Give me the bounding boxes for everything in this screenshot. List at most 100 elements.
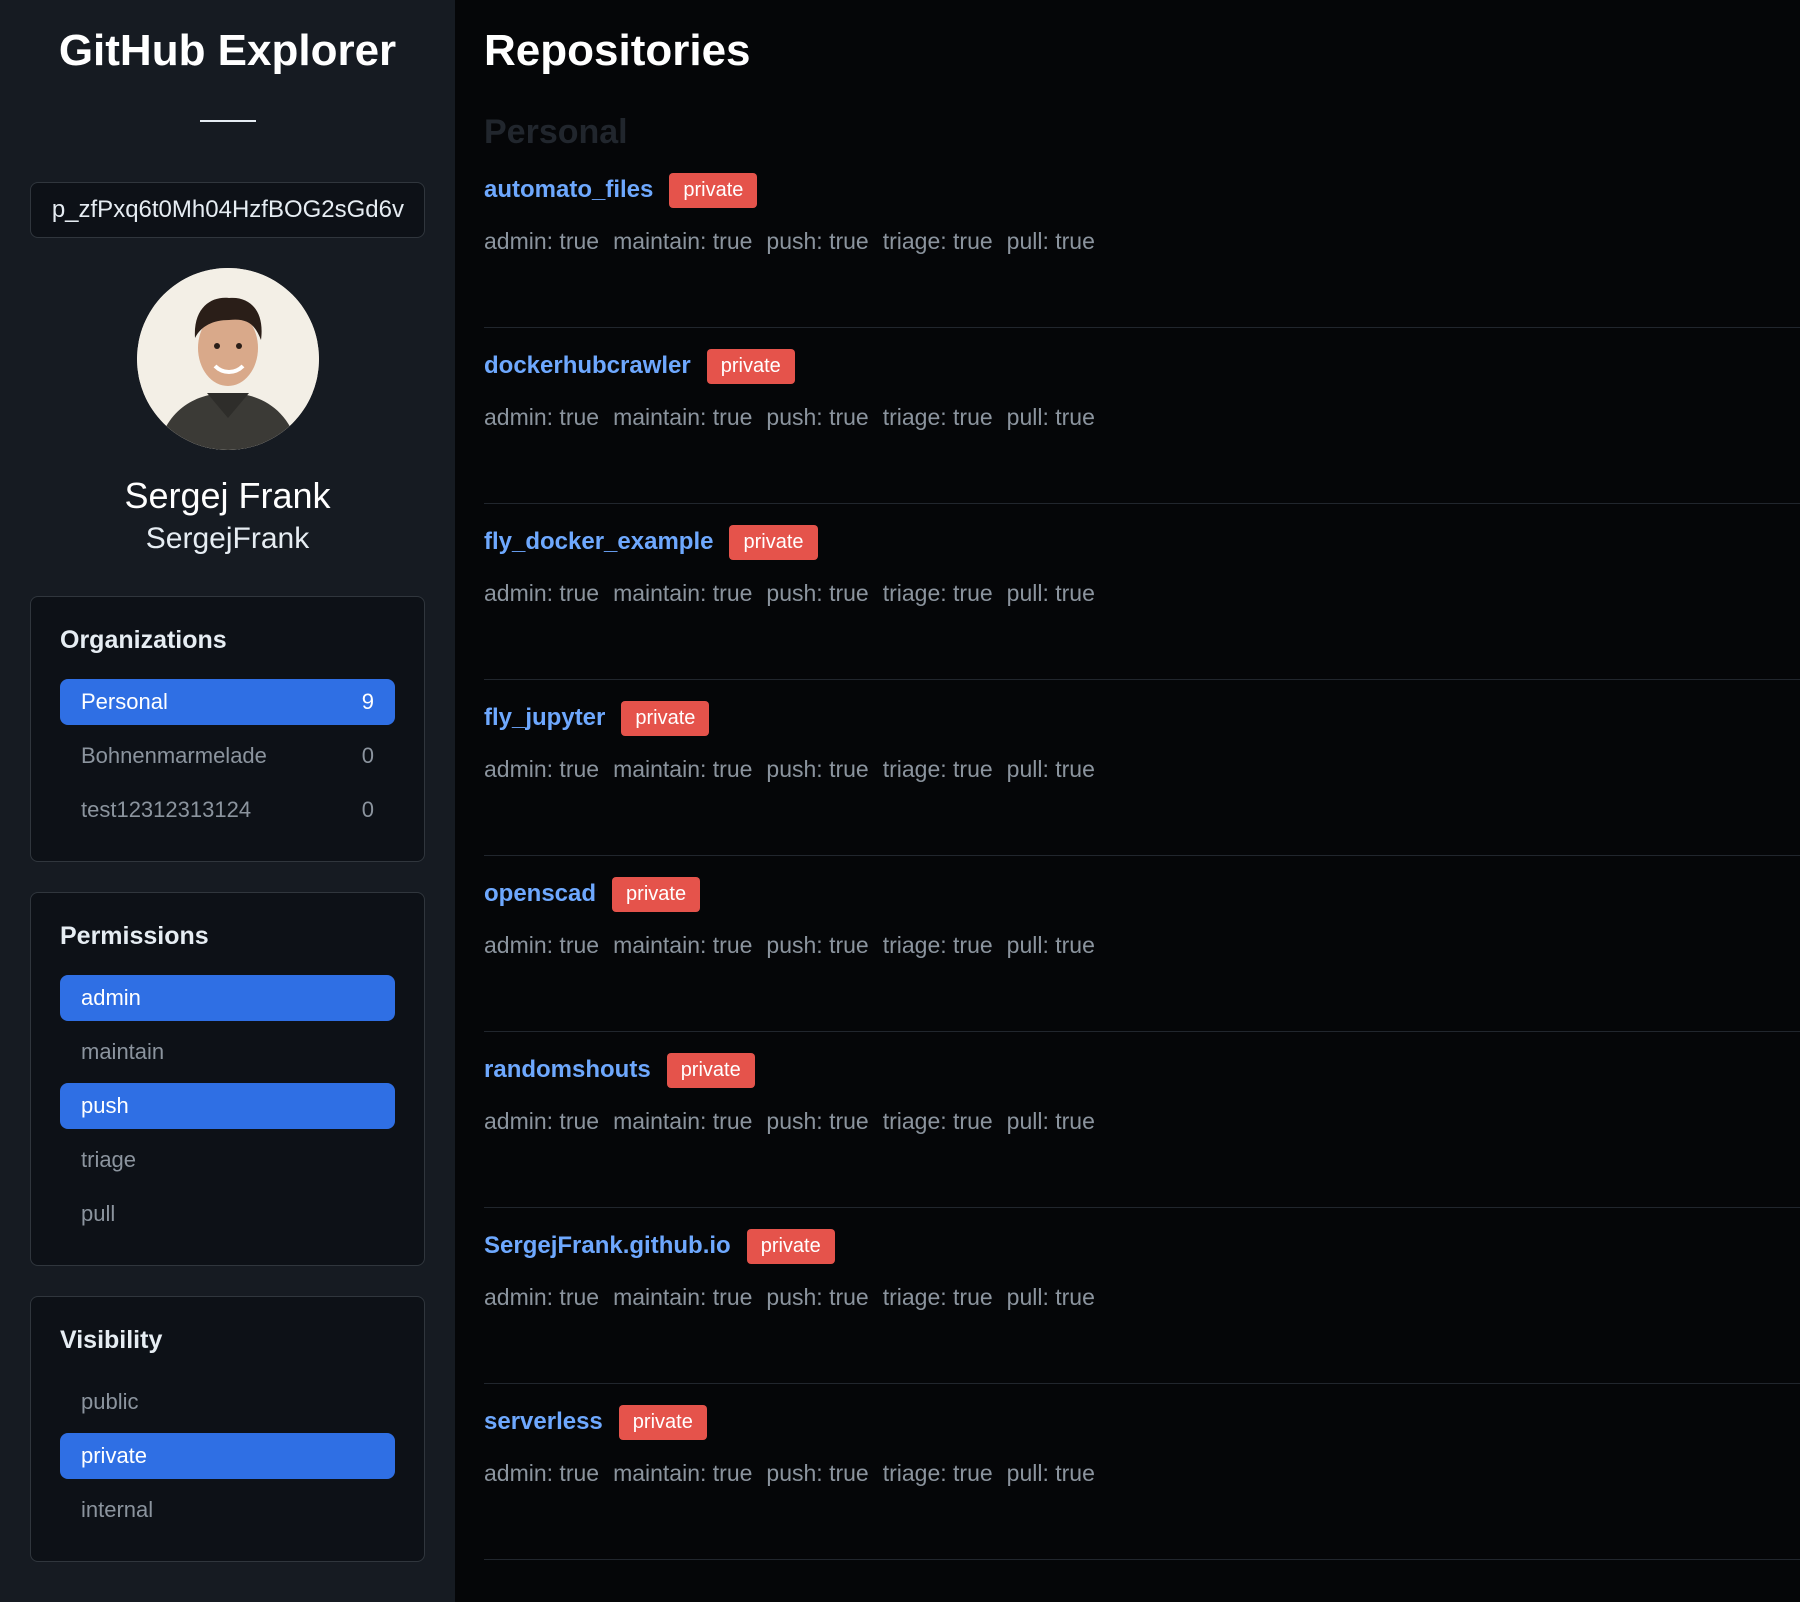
- repo-header: SergejFrank.github.io private: [484, 1228, 1800, 1264]
- token-input[interactable]: [30, 182, 425, 238]
- repo-permissions: admin: true maintain: true push: true triag…: [484, 756, 1800, 783]
- permission-value: push: true: [766, 756, 869, 782]
- visibility-label: public: [81, 1389, 139, 1414]
- repo-header: automato_files private: [484, 172, 1800, 208]
- permission-value: push: true: [766, 228, 869, 254]
- repo-permissions: admin: true maintain: true push: true triag…: [484, 404, 1800, 431]
- visibility-badge: private: [612, 876, 701, 912]
- permission-value: pull: true: [1006, 756, 1095, 782]
- repo-permissions: admin: true maintain: true push: true triag…: [484, 1460, 1800, 1487]
- permission-value: maintain: true: [613, 228, 753, 254]
- visibility-badge: private: [706, 348, 795, 384]
- visibility-badge: private: [729, 524, 818, 560]
- permissions-title: Permissions: [60, 922, 209, 950]
- visibility-badge: private: [746, 1228, 835, 1264]
- visibility-item-public[interactable]: public: [60, 1379, 395, 1425]
- repo-permissions: admin: true maintain: true push: true triag…: [484, 580, 1800, 607]
- permission-value: triage: true: [882, 1284, 993, 1310]
- repo-header: dockerhubcrawler private: [484, 348, 1800, 384]
- permission-item-push[interactable]: push: [60, 1083, 395, 1129]
- permission-value: maintain: true: [613, 580, 753, 606]
- repo-name-link[interactable]: fly_docker_example: [484, 528, 713, 556]
- page-title: Repositories: [484, 26, 751, 75]
- repo-header: serverless private: [484, 1404, 1800, 1440]
- repo-header: fly_docker_example private: [484, 524, 1800, 560]
- visibility-label: private: [81, 1443, 148, 1468]
- user-name: Sergej Frank: [124, 475, 331, 516]
- repo-name-link[interactable]: randomshouts: [484, 1056, 651, 1084]
- permission-value: maintain: true: [613, 404, 753, 430]
- permission-item-triage[interactable]: triage: [60, 1137, 395, 1183]
- permission-value: pull: true: [1006, 1284, 1095, 1310]
- title-divider: [199, 120, 256, 122]
- permission-value: push: true: [766, 932, 869, 958]
- permission-value: triage: true: [882, 932, 993, 958]
- repo-name-link[interactable]: dockerhubcrawler: [484, 352, 691, 380]
- repo-header: fly_jupyter private: [484, 700, 1800, 736]
- permission-value: pull: true: [1006, 580, 1095, 606]
- org-label: Bohnenmarmelade: [81, 743, 267, 768]
- repo-name-link[interactable]: automato_files: [484, 176, 653, 204]
- permission-value: triage: true: [882, 756, 993, 782]
- repo-row: openscad private admin: true maintain: true…: [484, 856, 1800, 1032]
- permission-value: triage: true: [882, 1460, 993, 1486]
- permission-value: pull: true: [1006, 932, 1095, 958]
- org-count: 0: [361, 743, 374, 768]
- permission-value: triage: true: [882, 1108, 993, 1134]
- repo-row: serverless private admin: true maintain: tr…: [484, 1384, 1800, 1560]
- repo-row: fly_docker_example private admin: true main…: [484, 504, 1800, 680]
- permission-item-maintain[interactable]: maintain: [60, 1029, 395, 1075]
- permission-value: push: true: [766, 1284, 869, 1310]
- permission-value: admin: true: [484, 1108, 600, 1134]
- visibility-item-internal[interactable]: internal: [60, 1487, 395, 1533]
- permission-value: admin: true: [484, 1284, 600, 1310]
- repo-permissions: admin: true maintain: true push: true triag…: [484, 932, 1800, 959]
- permission-value: maintain: true: [613, 1460, 753, 1486]
- org-item-test[interactable]: test12312313124 0: [60, 787, 395, 833]
- permission-value: triage: true: [882, 228, 993, 254]
- visibility-label: internal: [81, 1497, 154, 1522]
- main-content: Repositories Personal automato_files priv…: [455, 0, 1800, 1602]
- permission-value: maintain: true: [613, 1108, 753, 1134]
- permission-value: admin: true: [484, 228, 600, 254]
- org-count: 0: [361, 797, 374, 822]
- repo-list: automato_files private admin: true maintain…: [484, 152, 1800, 1560]
- org-item-personal[interactable]: Personal 9: [60, 679, 395, 725]
- permission-value: pull: true: [1006, 1108, 1095, 1134]
- visibility-badge: private: [666, 1052, 755, 1088]
- permission-label: pull: [81, 1201, 116, 1226]
- visibility-item-private[interactable]: private: [60, 1433, 395, 1479]
- permission-label: admin: [81, 985, 141, 1010]
- permission-value: push: true: [766, 580, 869, 606]
- repo-row: dockerhubcrawler private admin: true mainta…: [484, 328, 1800, 504]
- avatar: [136, 268, 319, 450]
- permission-item-admin[interactable]: admin: [60, 975, 395, 1021]
- repo-name-link[interactable]: fly_jupyter: [484, 704, 605, 732]
- org-item-bohnenmarmelade[interactable]: Bohnenmarmelade 0: [60, 733, 395, 779]
- app: GitHub Explorer Sergej Frank SergejFrank…: [0, 0, 1800, 1602]
- permission-value: push: true: [766, 1460, 869, 1486]
- repo-name-link[interactable]: openscad: [484, 880, 596, 908]
- repo-name-link[interactable]: serverless: [484, 1408, 603, 1436]
- permission-value: admin: true: [484, 932, 600, 958]
- organizations-title: Organizations: [60, 626, 227, 654]
- avatar-image: [136, 268, 319, 450]
- permission-value: pull: true: [1006, 1460, 1095, 1486]
- org-label: test12312313124: [81, 797, 252, 822]
- permission-value: push: true: [766, 404, 869, 430]
- permission-value: admin: true: [484, 580, 600, 606]
- repo-name-link[interactable]: SergejFrank.github.io: [484, 1232, 731, 1260]
- permission-label: triage: [81, 1147, 137, 1172]
- permission-value: pull: true: [1006, 228, 1095, 254]
- sidebar: GitHub Explorer Sergej Frank SergejFrank…: [0, 0, 455, 1602]
- repo-header: randomshouts private: [484, 1052, 1800, 1088]
- permissions-panel: Permissions admin maintain push triage p…: [30, 892, 425, 1266]
- user-login: SergejFrank: [145, 522, 310, 555]
- permission-value: maintain: true: [613, 756, 753, 782]
- permission-value: pull: true: [1006, 404, 1095, 430]
- permission-value: admin: true: [484, 756, 600, 782]
- org-label: Personal: [81, 689, 168, 714]
- section-title: Personal: [484, 113, 628, 151]
- permission-label: maintain: [81, 1039, 165, 1064]
- permission-item-pull[interactable]: pull: [60, 1191, 395, 1237]
